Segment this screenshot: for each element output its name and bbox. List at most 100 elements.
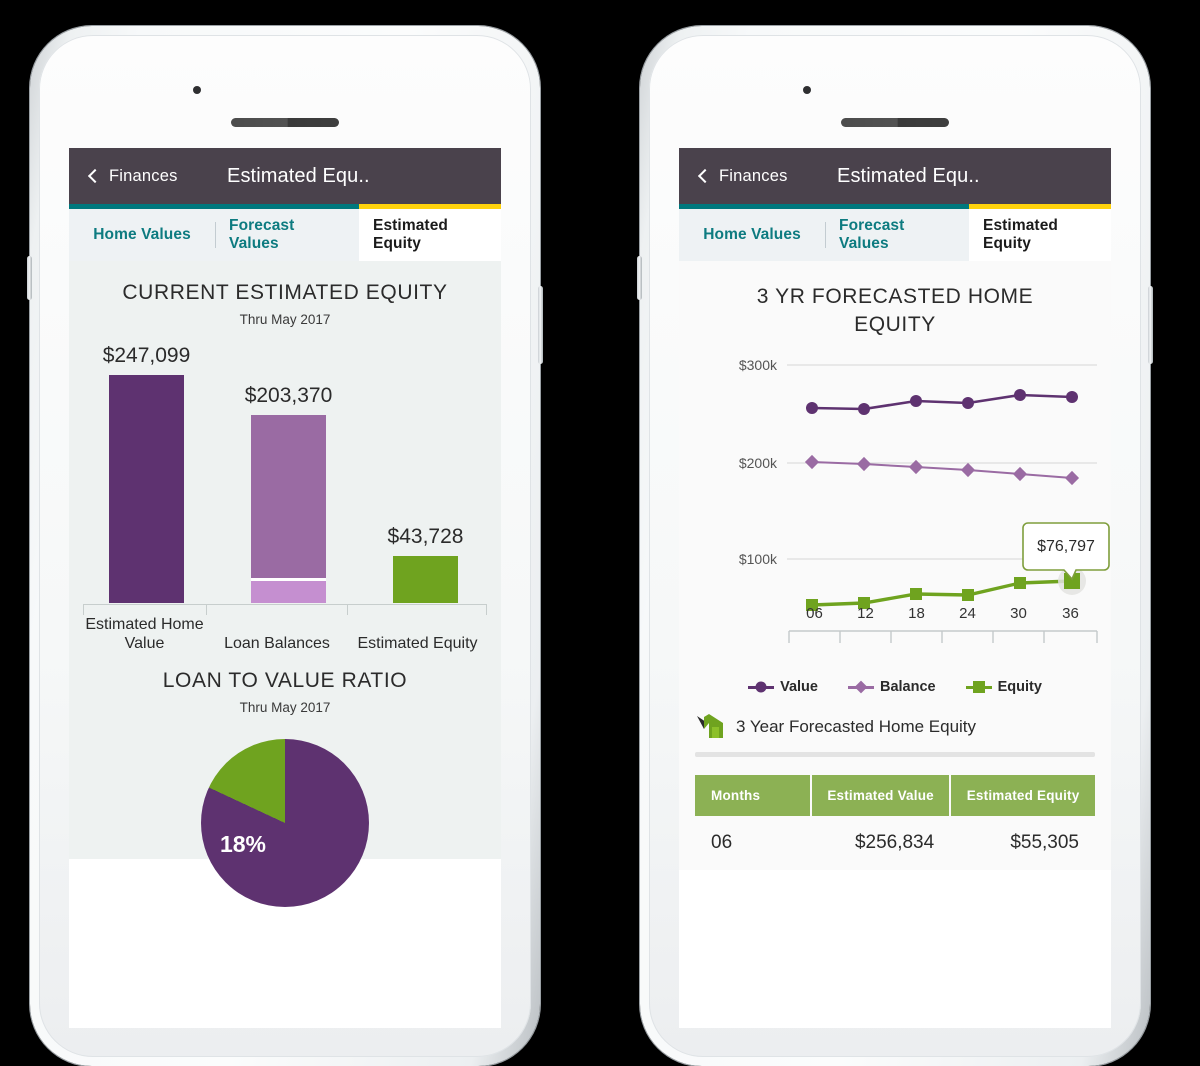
series-line-value — [811, 393, 1073, 411]
column-header-months: Months — [695, 775, 812, 816]
house-icon — [697, 714, 723, 738]
back-label: Finances — [109, 166, 178, 185]
xtick-1: 12 — [857, 605, 874, 622]
earpiece-speaker-right — [841, 118, 949, 127]
equity-tooltip: $76,797 — [1022, 522, 1110, 581]
phone-device-right: Finances Estimated Equ.. Home Values For… — [637, 26, 1153, 1066]
legend-label-value: Value — [780, 679, 818, 695]
legend-item-balance[interactable]: Balance — [847, 679, 936, 695]
series-line-equity — [811, 579, 1073, 607]
legend-marker-circle-icon — [748, 681, 775, 693]
bar-estimated-home-value[interactable]: $247,099 — [103, 344, 190, 603]
chevron-left-icon — [87, 168, 103, 183]
section-divider — [695, 752, 1095, 757]
x-axis-ticks — [788, 631, 1098, 643]
legend-marker-diamond-icon — [847, 680, 874, 694]
table-header-row: Months Estimated Value Estimated Equity — [695, 775, 1095, 816]
legend-item-equity[interactable]: Equity — [965, 679, 1042, 695]
power-button[interactable] — [538, 286, 543, 364]
cell-estimated-value: $256,834 — [811, 816, 951, 870]
category-label-0: Estimated Home Value — [85, 616, 204, 652]
bar-value-label-2: $43,728 — [387, 525, 464, 548]
app-header-right: Finances Estimated Equ.. — [679, 148, 1111, 204]
x-axis-line — [83, 604, 487, 605]
legend-label-balance: Balance — [879, 679, 936, 695]
ltv-section: LOAN TO VALUE RATIO Thru May 2017 18% — [69, 655, 501, 907]
bar-chart-title: CURRENT ESTIMATED EQUITY — [122, 281, 448, 304]
xtick-2: 18 — [908, 605, 925, 622]
tab-bar-right: Home Values Forecast Values Estimated Eq… — [679, 209, 1111, 261]
axis-tick-2 — [347, 604, 348, 615]
bar-value-label-0: $247,099 — [102, 344, 191, 367]
tab-bar-left: Home Values Forecast Values Estimated Eq… — [69, 209, 501, 261]
line-chart-title: 3 YR FORECASTED HOME EQUITY — [679, 261, 1111, 339]
section-heading-text: 3 Year Forecasted Home Equity — [736, 716, 977, 736]
tab-estimated-equity-right[interactable]: Estimated Equity — [969, 209, 1111, 261]
bar-estimated-equity[interactable]: $43,728 — [388, 525, 463, 603]
x-tick-labels: 06 12 18 24 30 36 — [679, 605, 1111, 622]
ytick-label-300k: $300k — [739, 357, 778, 373]
pie-slice-label-equity: 18% — [219, 831, 267, 857]
back-button-right[interactable]: Finances — [679, 167, 788, 186]
volume-button[interactable] — [27, 256, 32, 300]
category-label-1: Loan Balances — [224, 635, 330, 652]
axis-cap-start — [83, 604, 84, 615]
axis-tick-1 — [206, 604, 207, 615]
tab-home-values-right[interactable]: Home Values — [679, 209, 825, 261]
bar-loan-balances[interactable]: $203,370 — [245, 384, 332, 603]
chevron-left-icon-right — [697, 168, 713, 183]
bar-chart-subtitle: Thru May 2017 — [239, 312, 331, 327]
bar-value-label-1: $203,370 — [244, 384, 333, 407]
tooltip-value: $76,797 — [1037, 538, 1095, 555]
bar-fill-2 — [393, 556, 458, 603]
tab-estimated-equity[interactable]: Estimated Equity — [359, 209, 501, 261]
app-screen-left: Finances Estimated Equ.. Home Values For… — [69, 148, 501, 1028]
front-camera-icon-right — [803, 86, 811, 94]
back-button-left[interactable]: Finances — [69, 167, 178, 186]
cell-months: 06 — [695, 816, 811, 870]
front-camera-icon — [193, 86, 201, 94]
xtick-0: 06 — [806, 605, 823, 622]
column-header-estimated-equity: Estimated Equity — [950, 775, 1095, 816]
pie-slices — [201, 739, 369, 907]
tab-forecast-values[interactable]: Forecast Values — [215, 209, 359, 261]
bar-fill-1-lower — [251, 581, 326, 603]
current-estimated-equity-card: CURRENT ESTIMATED EQUITY Thru May 2017 $… — [69, 261, 501, 907]
pie-chart-title: LOAN TO VALUE RATIO — [162, 669, 408, 692]
line-chart-title-line2: EQUITY — [854, 313, 936, 336]
forecast-equity-section: 3 Year Forecasted Home Equity Months Est… — [679, 695, 1111, 870]
pie-chart-subtitle: Thru May 2017 — [239, 700, 331, 715]
legend-label-equity: Equity — [997, 679, 1042, 695]
line-chart-legend: Value Balance Equity — [679, 673, 1111, 695]
cell-estimated-equity: $55,305 — [950, 816, 1095, 870]
app-header-left: Finances Estimated Equ.. — [69, 148, 501, 204]
xtick-4: 30 — [1010, 605, 1027, 622]
category-label-2: Estimated Equity — [357, 635, 478, 652]
back-label-right: Finances — [719, 166, 788, 185]
section-heading-row: 3 Year Forecasted Home Equity — [679, 695, 1111, 740]
app-screen-right: Finances Estimated Equ.. Home Values For… — [679, 148, 1111, 1028]
loan-to-value-pie-chart[interactable]: 18% — [69, 739, 501, 907]
line-chart-svg: $300k $200k $100k $0k — [739, 357, 1110, 665]
phone-device-left: Finances Estimated Equ.. Home Values For… — [27, 26, 543, 1066]
earpiece-speaker — [231, 118, 339, 127]
column-header-estimated-value: Estimated Value — [811, 775, 952, 816]
xtick-5: 36 — [1062, 605, 1079, 622]
forecast-table: Months Estimated Value Estimated Equity … — [695, 775, 1095, 870]
series-line-balance — [811, 461, 1073, 479]
tab-forecast-values-right[interactable]: Forecast Values — [825, 209, 969, 261]
page-title-right: Estimated Equ.. — [837, 164, 980, 187]
bar-fill-0 — [109, 375, 184, 603]
power-button-right[interactable] — [1148, 286, 1153, 364]
legend-item-value[interactable]: Value — [748, 679, 818, 695]
forecast-chart-card: 3 YR FORECASTED HOME EQUITY $300k $200k … — [679, 261, 1111, 695]
table-row[interactable]: 06 $256,834 $55,305 — [695, 816, 1095, 870]
ytick-label-100k: $100k — [739, 551, 778, 567]
ytick-label-200k: $200k — [739, 455, 778, 471]
tab-home-values[interactable]: Home Values — [69, 209, 215, 261]
page-title: Estimated Equ.. — [227, 164, 370, 187]
bar-fill-1-upper — [251, 415, 326, 578]
xtick-3: 24 — [959, 605, 976, 622]
line-chart-title-line1: 3 YR FORECASTED HOME — [756, 285, 1034, 308]
volume-button-right[interactable] — [637, 256, 642, 300]
